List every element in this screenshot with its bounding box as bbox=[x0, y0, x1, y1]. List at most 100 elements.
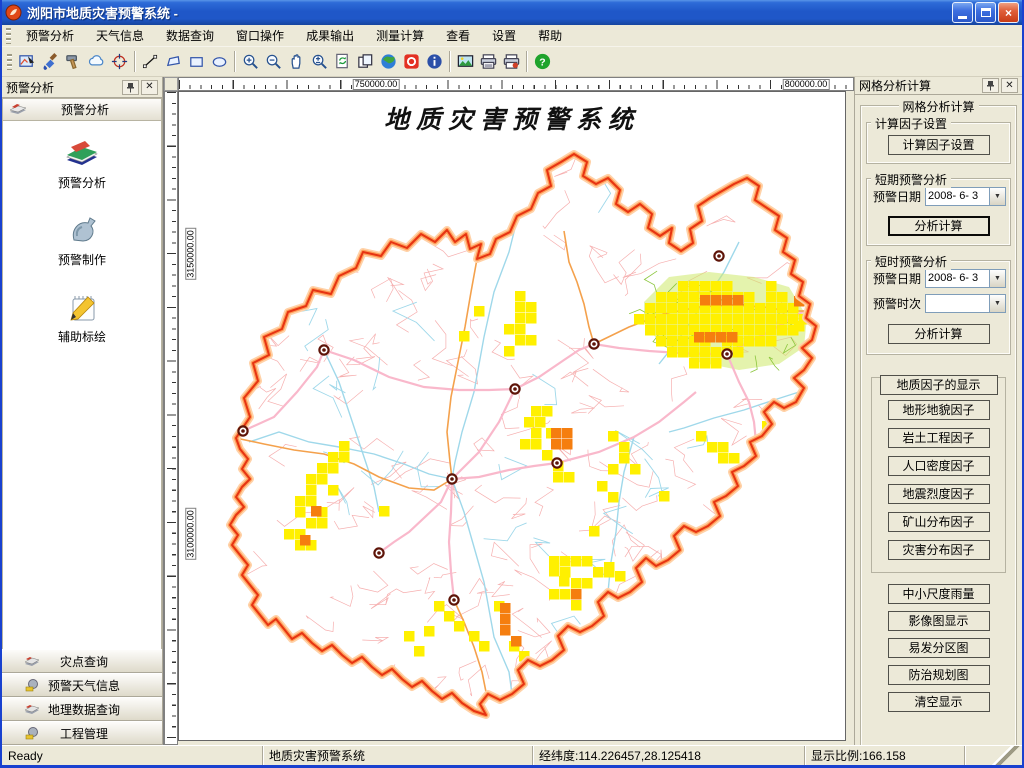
warning-cell bbox=[339, 441, 350, 452]
factor-button-2[interactable]: 人口密度因子 bbox=[888, 456, 990, 476]
short-term-date-combo[interactable]: 2008- 6- 3 ▼ bbox=[925, 187, 1006, 206]
hammer-icon[interactable] bbox=[62, 50, 85, 73]
pin-icon[interactable] bbox=[122, 80, 139, 95]
left-panel-item-0[interactable]: 预警分析 bbox=[58, 137, 106, 191]
draw-line-icon[interactable] bbox=[139, 50, 162, 73]
restore-button[interactable] bbox=[975, 2, 996, 23]
globe-icon[interactable] bbox=[377, 50, 400, 73]
warning-cell bbox=[328, 452, 339, 463]
draw-ellipse-icon[interactable] bbox=[208, 50, 231, 73]
chevron-down-icon[interactable]: ▼ bbox=[989, 295, 1005, 312]
menu-item-3[interactable]: 窗口操作 bbox=[225, 24, 295, 47]
right-panel-close-icon[interactable]: ✕ bbox=[1001, 78, 1018, 93]
warning-cell bbox=[678, 303, 689, 314]
draw-rect-icon[interactable] bbox=[185, 50, 208, 73]
left-panel-bar-2[interactable]: 地理数据查询 bbox=[2, 697, 162, 721]
menu-item-4[interactable]: 成果输出 bbox=[295, 24, 365, 47]
warning-cell bbox=[295, 507, 306, 518]
status-bar: Ready 地质灾害预警系统 经纬度:114.226457,28.125418 … bbox=[2, 745, 1022, 765]
groupbox-title: 网格分析计算 bbox=[898, 98, 978, 115]
toolbar-separator bbox=[234, 51, 236, 72]
ruler-corner bbox=[164, 77, 178, 91]
paint-icon[interactable] bbox=[39, 50, 62, 73]
short-time-date-combo[interactable]: 2008- 6- 3 ▼ bbox=[925, 269, 1006, 288]
menu-item-1[interactable]: 天气信息 bbox=[85, 24, 155, 47]
left-panel-close-icon[interactable]: ✕ bbox=[141, 80, 158, 95]
factor-button-3[interactable]: 地震烈度因子 bbox=[888, 484, 990, 504]
warning-cell bbox=[634, 314, 645, 325]
factor-button-5[interactable]: 灾害分布因子 bbox=[888, 540, 990, 560]
toolbar: ? bbox=[2, 47, 1022, 77]
menu-grip[interactable] bbox=[6, 28, 11, 44]
info-icon[interactable] bbox=[423, 50, 446, 73]
warning-cell bbox=[667, 303, 678, 314]
zoom-out-icon[interactable] bbox=[262, 50, 285, 73]
item-icon bbox=[64, 291, 100, 323]
menu-item-0[interactable]: 预警分析 bbox=[15, 24, 85, 47]
refresh-icon[interactable] bbox=[331, 50, 354, 73]
menu-item-7[interactable]: 设置 bbox=[481, 24, 527, 47]
left-panel-item-1[interactable]: 预警制作 bbox=[58, 214, 106, 268]
warning-cell bbox=[630, 464, 641, 475]
factor-button-1[interactable]: 岩土工程因子 bbox=[888, 428, 990, 448]
left-panel-item-2[interactable]: 辅助标绘 bbox=[58, 291, 106, 345]
resize-grip[interactable] bbox=[965, 746, 1022, 765]
warning-cell bbox=[689, 314, 700, 325]
zoom-in-icon[interactable] bbox=[239, 50, 262, 73]
menu-item-8[interactable]: 帮助 bbox=[527, 24, 573, 47]
toolbar-grip[interactable] bbox=[7, 54, 12, 70]
geo-factors-display-button[interactable]: 地质因子的显示 bbox=[880, 375, 998, 395]
menu-item-6[interactable]: 查看 bbox=[435, 24, 481, 47]
map-edit-icon[interactable] bbox=[16, 50, 39, 73]
display-button-4[interactable]: 清空显示 bbox=[888, 692, 990, 712]
display-button-1[interactable]: 影像图显示 bbox=[888, 611, 990, 631]
display-button-0[interactable]: 中小尺度雨量 bbox=[888, 584, 990, 604]
app-window: 浏阳市地质灾害预警系统 - × 预警分析天气信息数据查询窗口操作成果输出测量计算… bbox=[0, 0, 1024, 768]
warning-cell bbox=[515, 302, 526, 313]
warning-cell bbox=[317, 463, 328, 474]
h-ruler-label: 800000.00 bbox=[783, 79, 830, 90]
warning-cell bbox=[689, 303, 700, 314]
short-time-period-combo[interactable]: ▼ bbox=[925, 294, 1006, 313]
print-icon[interactable] bbox=[477, 50, 500, 73]
close-button[interactable]: × bbox=[998, 2, 1019, 23]
copy-layers-icon[interactable] bbox=[354, 50, 377, 73]
short-term-analyze-button[interactable]: 分析计算 bbox=[888, 216, 990, 236]
chevron-down-icon[interactable]: ▼ bbox=[989, 188, 1005, 205]
warning-cell bbox=[597, 481, 608, 492]
short-time-analyze-button[interactable]: 分析计算 bbox=[888, 324, 990, 344]
draw-polygon-icon[interactable] bbox=[162, 50, 185, 73]
chevron-down-icon[interactable]: ▼ bbox=[989, 270, 1005, 287]
menu-item-2[interactable]: 数据查询 bbox=[155, 24, 225, 47]
warning-cell bbox=[542, 406, 553, 417]
center-target-icon[interactable] bbox=[108, 50, 131, 73]
display-button-2[interactable]: 易发分区图 bbox=[888, 638, 990, 658]
warning-cell bbox=[582, 556, 593, 567]
factor-settings-button[interactable]: 计算因子设置 bbox=[888, 135, 990, 155]
factor-settings-label: 计算因子设置 bbox=[871, 115, 951, 132]
image-view-icon[interactable] bbox=[454, 50, 477, 73]
map-canvas[interactable] bbox=[179, 92, 845, 740]
warning-cell bbox=[317, 518, 328, 529]
left-panel-bar-0[interactable]: 灾点查询 bbox=[2, 649, 162, 673]
zoom-extent-icon[interactable] bbox=[308, 50, 331, 73]
left-panel-bar-3[interactable]: 工程管理 bbox=[2, 721, 162, 745]
map-page[interactable]: 地质灾害预警系统 bbox=[178, 91, 846, 741]
bar-icon bbox=[24, 701, 40, 717]
print-setup-icon[interactable] bbox=[500, 50, 523, 73]
minimize-button[interactable] bbox=[952, 2, 973, 23]
left-panel-bar-1[interactable]: 预警天气信息 bbox=[2, 673, 162, 697]
warning-cell bbox=[608, 464, 619, 475]
menu-item-5[interactable]: 测量计算 bbox=[365, 24, 435, 47]
factor-button-0[interactable]: 地形地貌因子 bbox=[888, 400, 990, 420]
title-bar: 浏阳市地质灾害预警系统 - × bbox=[2, 0, 1022, 25]
display-button-3[interactable]: 防治规划图 bbox=[888, 665, 990, 685]
stop-icon[interactable] bbox=[400, 50, 423, 73]
left-panel-section-header[interactable]: 预警分析 bbox=[2, 98, 162, 121]
cloud-icon[interactable] bbox=[85, 50, 108, 73]
pan-hand-icon[interactable] bbox=[285, 50, 308, 73]
factor-button-4[interactable]: 矿山分布因子 bbox=[888, 512, 990, 532]
help-icon[interactable]: ? bbox=[531, 50, 554, 73]
warning-cell bbox=[328, 485, 339, 496]
pin-icon[interactable] bbox=[982, 78, 999, 93]
